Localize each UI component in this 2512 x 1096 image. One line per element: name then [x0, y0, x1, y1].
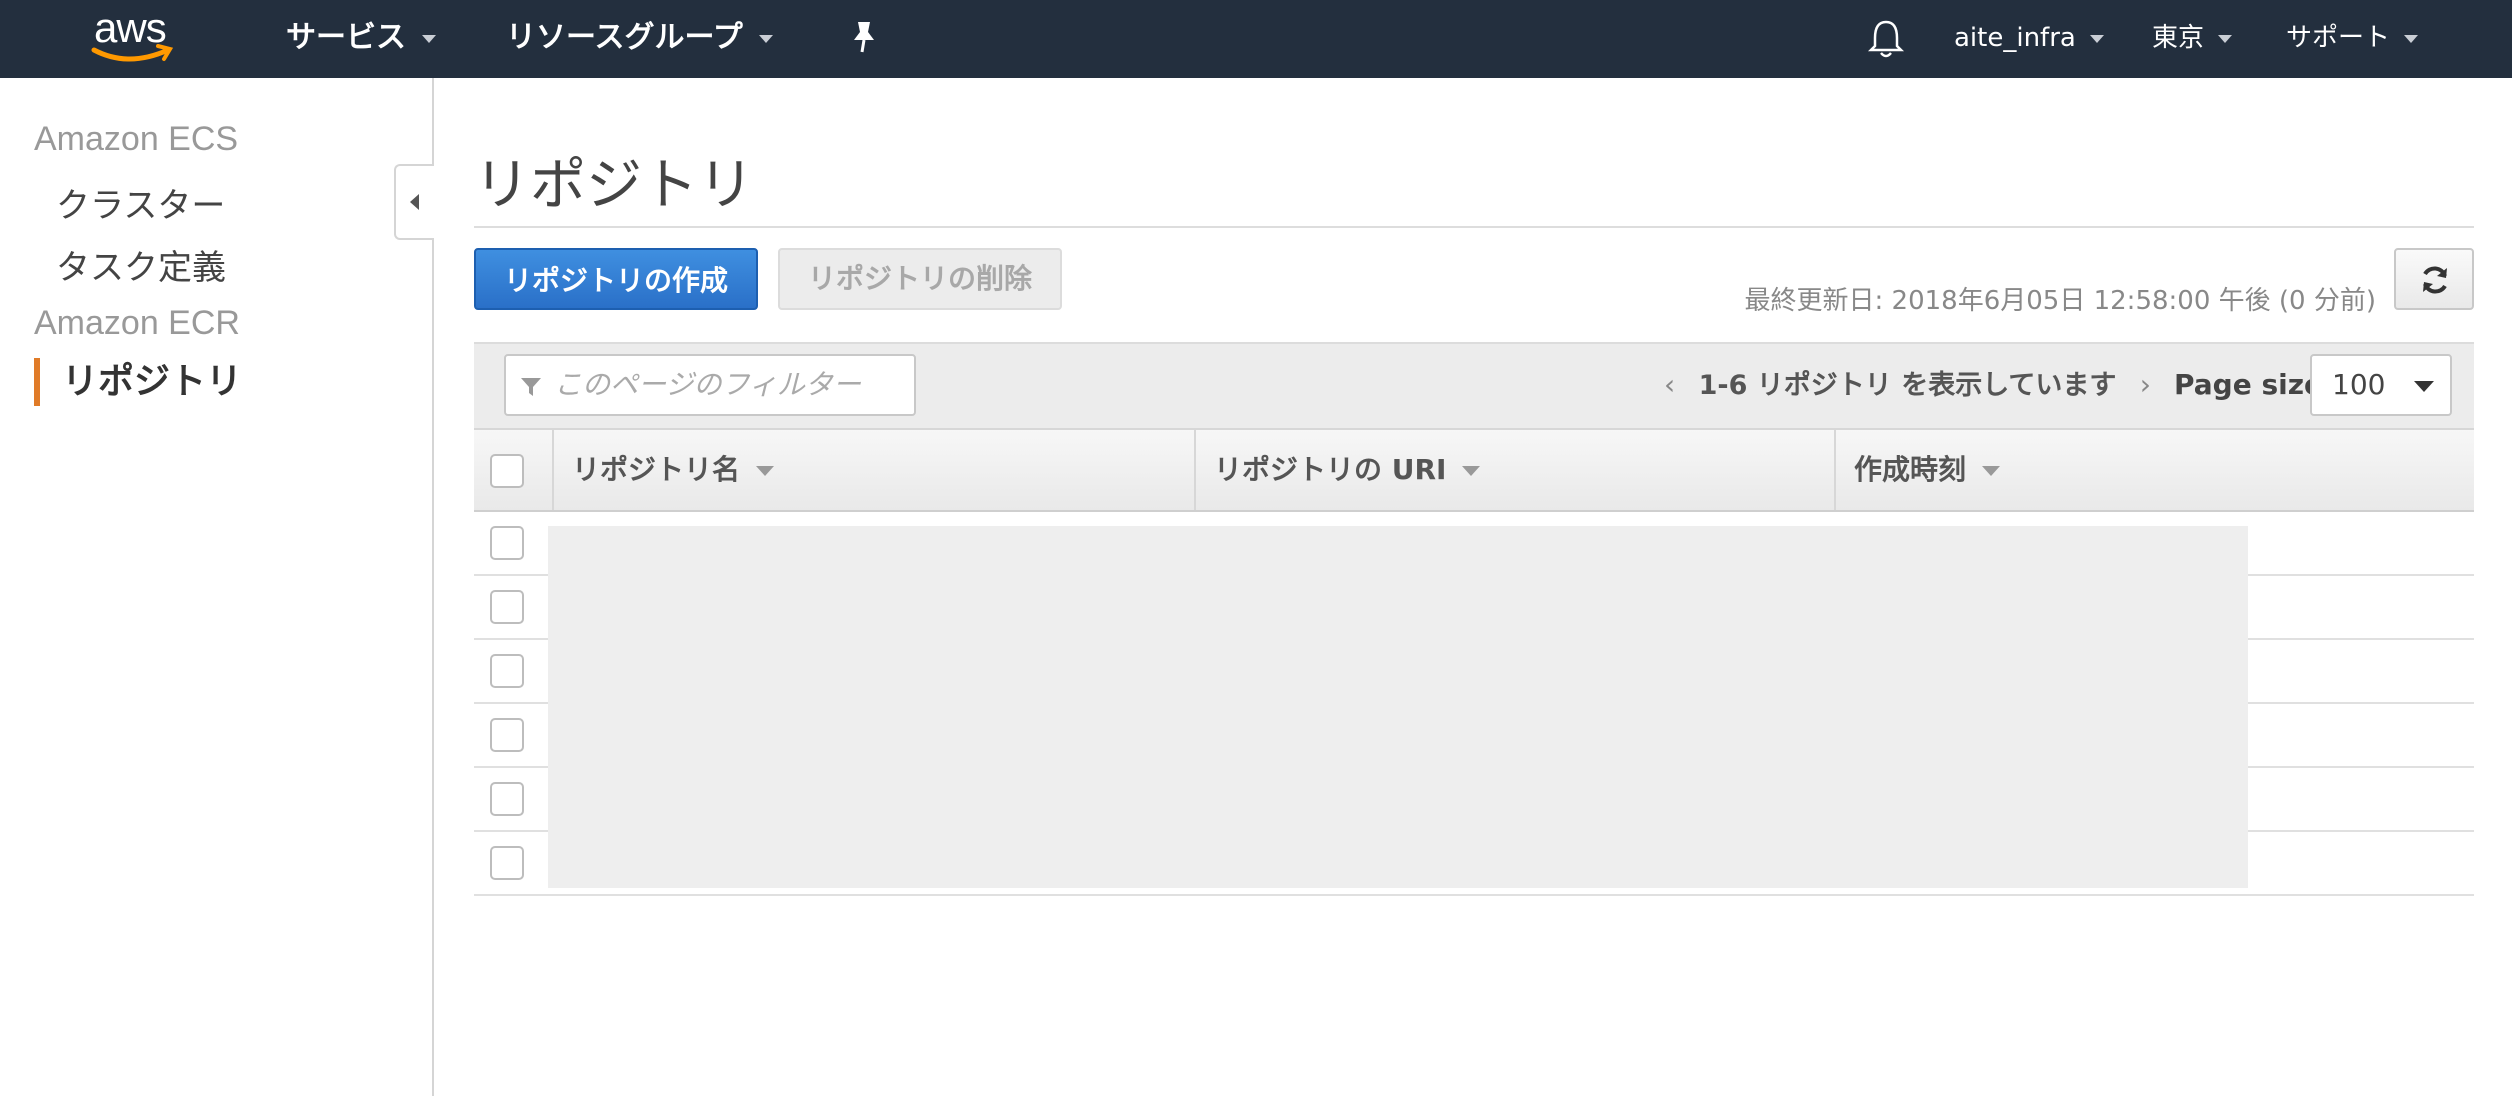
row-checkbox[interactable]	[490, 526, 524, 560]
last-updated-text: 最終更新日: 2018年6月05日 12:58:00 午後 (0 分前)	[1744, 286, 2376, 316]
row-checkbox[interactable]	[490, 718, 524, 752]
account-name: aite_infra	[1954, 23, 2076, 53]
row-checkbox[interactable]	[490, 782, 524, 816]
table-row-divider	[474, 894, 2474, 896]
aws-smile-icon	[91, 44, 174, 62]
sort-icon	[756, 466, 775, 476]
filter-icon	[521, 378, 541, 396]
column-label: 作成時刻	[1854, 453, 1967, 486]
support-menu[interactable]: サポート	[2286, 16, 2419, 60]
region-menu[interactable]: 東京	[2152, 16, 2233, 60]
pagination: ‹ 1-6 リポジトリ を表示しています ›	[1664, 364, 2151, 406]
region-name: 東京	[2152, 23, 2205, 53]
row-checkbox[interactable]	[490, 846, 524, 880]
column-label: リポジトリ名	[572, 453, 741, 486]
filter-input[interactable]: このページのフィルター	[504, 354, 916, 416]
column-header-created-at[interactable]: 作成時刻	[1834, 430, 2474, 510]
column-header-repository-uri[interactable]: リポジトリの URI	[1194, 430, 1834, 510]
table-header: リポジトリ名 リポジトリの URI 作成時刻	[474, 428, 2474, 512]
prev-page-icon[interactable]: ‹	[1664, 364, 1675, 406]
sidebar-heading-ecr[interactable]: Amazon ECR	[34, 304, 240, 343]
create-repository-button[interactable]: リポジトリの作成	[474, 248, 758, 310]
pin-icon	[854, 22, 874, 53]
chevron-down-icon	[758, 34, 773, 43]
chevron-left-icon	[410, 194, 419, 210]
account-menu[interactable]: aite_infra	[1954, 16, 2104, 60]
page-size-select[interactable]: 100	[2310, 354, 2452, 416]
top-navigation-bar: aws サービス リソースグループ aite_infra 東京 サポート	[0, 0, 2512, 78]
page-title: リポジトリ	[474, 153, 754, 218]
sidebar-item-task-definitions[interactable]: タスク定義	[56, 240, 226, 289]
row-checkbox[interactable]	[490, 654, 524, 688]
column-label: リポジトリの URI	[1214, 453, 1447, 486]
delete-repository-button[interactable]: リポジトリの削除	[778, 248, 1062, 310]
filter-placeholder: このページのフィルター	[554, 368, 861, 401]
sidebar-heading-ecs[interactable]: Amazon ECS	[34, 120, 238, 159]
next-page-icon[interactable]: ›	[2140, 364, 2151, 406]
aws-logo[interactable]: aws	[88, 4, 184, 68]
notifications-button[interactable]	[1866, 16, 1906, 60]
redacted-table-content	[548, 526, 2248, 888]
select-all-checkbox[interactable]	[490, 454, 524, 488]
bell-icon	[1867, 20, 1905, 58]
column-header-repository-name[interactable]: リポジトリ名	[552, 430, 1194, 510]
resource-groups-menu-label: リソースグループ	[506, 20, 743, 55]
sort-icon	[1462, 466, 1481, 476]
resource-groups-menu[interactable]: リソースグループ	[506, 16, 773, 60]
chevron-down-icon	[2414, 381, 2434, 392]
sidebar: Amazon ECS クラスター タスク定義 Amazon ECR リポジトリ	[0, 78, 434, 1096]
chevron-down-icon	[422, 34, 436, 43]
pagination-status: 1-6 リポジトリ を表示しています	[1698, 370, 2117, 401]
chevron-down-icon	[2218, 34, 2233, 43]
sidebar-item-clusters[interactable]: クラスター	[56, 178, 225, 227]
pin-button[interactable]	[848, 18, 880, 62]
services-menu[interactable]: サービス	[286, 16, 436, 60]
page-size-label: Page size	[2174, 368, 2323, 401]
services-menu-label: サービス	[286, 20, 406, 55]
page-size-value: 100	[2332, 368, 2386, 401]
title-divider	[474, 226, 2474, 228]
chevron-down-icon	[2089, 34, 2104, 43]
row-checkbox[interactable]	[490, 590, 524, 624]
sort-icon	[1982, 466, 2001, 476]
support-label: サポート	[2286, 23, 2391, 53]
sidebar-item-repositories[interactable]: リポジトリ	[34, 358, 242, 406]
refresh-button[interactable]	[2394, 248, 2474, 310]
refresh-icon	[2423, 266, 2447, 294]
chevron-down-icon	[2404, 34, 2419, 43]
sidebar-collapse-button[interactable]	[394, 164, 434, 240]
